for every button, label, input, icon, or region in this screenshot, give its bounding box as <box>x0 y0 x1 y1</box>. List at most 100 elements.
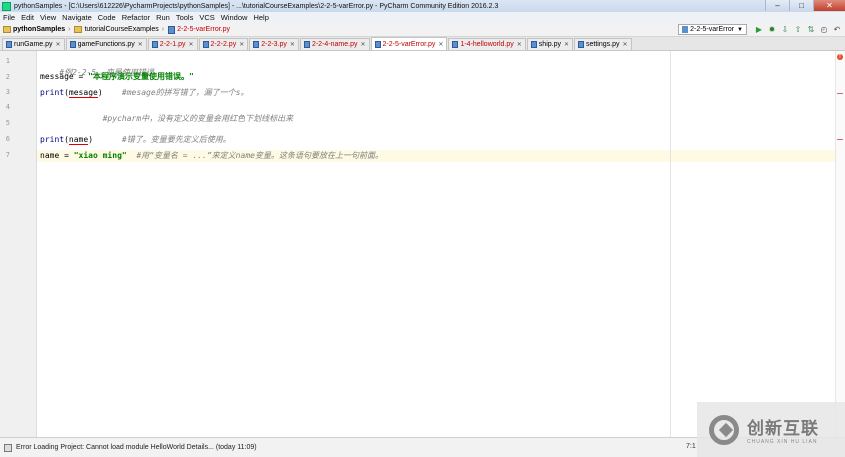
tab-gamefunctions[interactable]: gameFunctions.py ✕ <box>65 38 147 50</box>
close-icon[interactable]: ✕ <box>564 41 569 48</box>
line-number: 1 <box>5 57 10 65</box>
python-file-icon <box>253 41 260 48</box>
close-icon[interactable]: ✕ <box>239 41 244 48</box>
menu-help[interactable]: Help <box>253 13 268 22</box>
python-file-icon <box>202 41 209 48</box>
editor-tabs: runGame.py ✕ gameFunctions.py ✕ 2-2-1.py ✕ … <box>0 37 845 51</box>
tab-label: gameFunctions.py <box>77 41 135 48</box>
undefined-variable[interactable]: mesage <box>68 88 98 98</box>
tab-1-4-helloworld[interactable]: 1-4-helloworld.py ✕ <box>448 38 526 50</box>
breadcrumb-folder[interactable]: tutorialCourseExamples › <box>74 26 164 33</box>
tab-rungame[interactable]: runGame.py ✕ <box>2 38 65 50</box>
folder-icon <box>74 26 83 33</box>
run-config-select[interactable]: 2-2-5-varError ▼ <box>678 24 747 35</box>
vcs-compare-icon[interactable]: ⇅ <box>806 25 816 35</box>
menu-bar: File Edit View Navigate Code Refactor Ru… <box>0 12 845 23</box>
error-indicator-icon[interactable]: ! <box>837 54 843 60</box>
menu-code[interactable]: Code <box>98 13 116 22</box>
menu-file[interactable]: File <box>3 13 15 22</box>
error-stripe-mark[interactable] <box>837 93 843 94</box>
code-line-4: #pycharm中，没有定义的变量会用红色下划线标出来 <box>40 102 294 123</box>
code-line-6: print(name) #错了。变量要先定义后使用。 <box>40 134 231 145</box>
debug-icon[interactable]: ✹ <box>767 25 777 35</box>
python-file-icon <box>168 25 176 34</box>
code-editor[interactable]: 1 2 3 4 5 6 7 #例2-2-5 变量使用错误 message = "… <box>0 51 845 437</box>
folder-icon <box>3 26 11 33</box>
menu-window[interactable]: Window <box>221 13 248 22</box>
close-icon[interactable]: ✕ <box>438 41 443 48</box>
menu-navigate[interactable]: Navigate <box>62 13 92 22</box>
undo-icon[interactable]: ↶ <box>832 25 842 35</box>
line-number: 7 <box>5 151 10 159</box>
vcs-history-icon[interactable]: ◴ <box>819 25 829 35</box>
chevron-right-icon: › <box>68 26 71 33</box>
close-icon[interactable]: ✕ <box>188 41 193 48</box>
line-number: 4 <box>5 103 10 111</box>
watermark-logo: 创新互联 CHUANG XIN HU LIAN <box>697 402 845 457</box>
breadcrumb-project[interactable]: pythonSamples › <box>3 26 70 33</box>
close-icon[interactable]: ✕ <box>56 41 61 48</box>
comment: #用“变量名 = ...”来定义name变量。这条语句要放在上一句前面。 <box>126 151 383 160</box>
comment: #pycharm中，没有定义的变量会用红色下划线标出来 <box>59 114 294 123</box>
python-file-icon <box>374 40 381 48</box>
breadcrumb-file[interactable]: 2-2-5-varError.py <box>168 25 231 34</box>
code-line-2: message = "本程序演示变量使用错误。" <box>40 71 194 82</box>
watermark-text: 创新互联 CHUANG XIN HU LIAN <box>747 414 819 445</box>
caret-position[interactable]: 7:1 <box>686 443 696 450</box>
line-number: 3 <box>5 88 10 96</box>
comment: #mesage的拼写错了，漏了一个s。 <box>102 88 249 97</box>
close-button[interactable]: ✕ <box>813 0 845 11</box>
menu-refactor[interactable]: Refactor <box>122 13 150 22</box>
builtin-print: print <box>40 88 65 97</box>
tab-2-2-3[interactable]: 2-2-3.py ✕ <box>249 38 299 50</box>
run-icon[interactable]: ▶ <box>754 25 764 35</box>
menu-edit[interactable]: Edit <box>21 13 34 22</box>
tab-2-2-5-varerror[interactable]: 2-2-5-varError.py ✕ <box>370 37 448 50</box>
watermark-en: CHUANG XIN HU LIAN <box>747 439 818 445</box>
tab-ship[interactable]: ship.py ✕ <box>526 38 574 50</box>
minimize-button[interactable]: – <box>765 0 789 11</box>
tab-label: 1-4-helloworld.py <box>460 41 514 48</box>
close-icon[interactable]: ✕ <box>517 41 522 48</box>
breadcrumb-file-label: 2-2-5-varError.py <box>177 26 231 33</box>
undefined-variable[interactable]: name <box>68 135 89 145</box>
comment: #错了。变量要先定义后使用。 <box>93 135 231 144</box>
tool-windows-icon[interactable] <box>4 443 12 452</box>
tab-2-2-4-name[interactable]: 2-2-4-name.py ✕ <box>299 38 370 50</box>
line-number: 2 <box>5 73 10 81</box>
close-icon[interactable]: ✕ <box>290 41 295 48</box>
menu-run[interactable]: Run <box>156 13 170 22</box>
vcs-commit-icon[interactable]: ⇧ <box>793 25 803 35</box>
error-stripe-mark[interactable] <box>837 139 843 140</box>
window-title: pythonSamples - [C:\Users\612226\Pycharm… <box>14 2 499 10</box>
menu-vcs[interactable]: VCS <box>199 13 214 22</box>
tab-2-2-2[interactable]: 2-2-2.py ✕ <box>198 38 249 50</box>
close-icon[interactable]: ✕ <box>138 41 143 48</box>
navigation-bar: pythonSamples › tutorialCourseExamples ›… <box>0 23 845 37</box>
tab-2-2-1[interactable]: 2-2-1.py ✕ <box>147 38 198 50</box>
breadcrumb-folder-label: tutorialCourseExamples <box>84 26 159 33</box>
error-stripe[interactable]: ! <box>835 51 845 437</box>
run-toolbar: 2-2-5-varError ▼ ▶ ✹ ⇩ ⇧ ⇅ ◴ ↶ <box>678 24 842 35</box>
chevron-down-icon: ▼ <box>737 26 743 33</box>
tab-label: 2-2-2.py <box>210 41 237 48</box>
menu-tools[interactable]: Tools <box>176 13 194 22</box>
line-number-gutter: 1 2 3 4 5 6 7 <box>0 51 37 437</box>
code-line-3: print(mesage) #mesage的拼写错了，漏了一个s。 <box>40 87 248 98</box>
string-literal: "xiao ming" <box>73 151 127 160</box>
line-number: 6 <box>5 135 10 143</box>
python-file-icon <box>151 41 158 48</box>
close-icon[interactable]: ✕ <box>360 41 365 48</box>
tab-label: 2-2-1.py <box>159 41 186 48</box>
tab-settings[interactable]: settings.py ✕ <box>574 38 632 50</box>
watermark-icon <box>709 414 739 445</box>
python-file-icon <box>530 41 537 48</box>
vcs-update-icon[interactable]: ⇩ <box>780 25 790 35</box>
string-literal: "本程序演示变量使用错误。" <box>88 72 194 81</box>
maximize-button[interactable]: □ <box>789 0 813 11</box>
status-message[interactable]: Error Loading Project: Cannot load modul… <box>16 444 257 451</box>
close-icon[interactable]: ✕ <box>622 41 627 48</box>
code-text: name = <box>40 151 74 160</box>
window-controls: – □ ✕ <box>765 0 845 12</box>
menu-view[interactable]: View <box>40 13 56 22</box>
